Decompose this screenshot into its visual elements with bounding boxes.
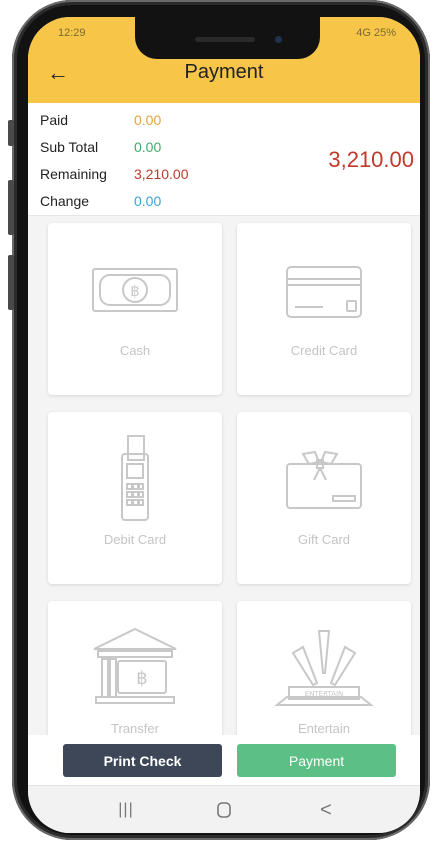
card-label: Debit Card	[103, 532, 167, 547]
change-value: 0.00	[134, 193, 162, 209]
app-screen: 12:29 4G 25% ← Payment Paid 0.00 Sub Tot…	[28, 17, 420, 833]
cash-banknote-icon: ฿	[48, 253, 222, 333]
remaining-value: 3,210.00	[134, 166, 189, 182]
speaker-grille	[195, 37, 255, 42]
card-label: Cash	[119, 343, 151, 358]
card-terminal-icon	[48, 434, 222, 521]
payment-method-credit-card[interactable]: Credit Card	[237, 223, 411, 395]
payment-method-entertain[interactable]: ENTERTAIN Entertain	[237, 601, 411, 735]
status-indicators: 4G 25%	[356, 27, 396, 39]
summary-label: Remaining	[40, 166, 107, 182]
payment-button[interactable]: Payment	[237, 744, 396, 777]
bank-transfer-icon: ฿	[48, 625, 222, 705]
gift-card-icon	[237, 442, 411, 522]
side-button-volume-down	[8, 255, 14, 310]
total-amount: 3,210.00	[328, 147, 414, 172]
card-label: Transfer	[111, 721, 159, 735]
payment-method-transfer[interactable]: ฿ Transfer	[48, 601, 222, 735]
payment-summary: Paid 0.00 Sub Total 0.00 Remaining 3,210…	[28, 103, 420, 216]
bottom-action-bar: Print Check Payment	[28, 735, 420, 785]
card-label: Credit Card	[290, 343, 358, 358]
side-button-mute	[8, 120, 14, 146]
print-check-button[interactable]: Print Check	[63, 744, 222, 777]
payment-method-cash[interactable]: ฿ Cash	[48, 223, 222, 395]
status-time: 12:29	[58, 27, 86, 39]
svg-text:฿: ฿	[130, 282, 140, 300]
payment-method-debit-card[interactable]: Debit Card	[48, 412, 222, 584]
credit-card-icon	[237, 253, 411, 333]
summary-label: Sub Total	[40, 139, 99, 155]
home-icon[interactable]	[204, 796, 244, 824]
payment-method-grid: ฿ Cash Credit Card Debit Card Gift Card …	[28, 215, 420, 735]
card-label: Gift Card	[297, 532, 350, 547]
subtotal-value: 0.00	[134, 139, 162, 155]
summary-label: Paid	[40, 112, 69, 128]
side-button-volume-up	[8, 180, 14, 235]
page-title: Payment	[184, 61, 264, 83]
system-nav-bar: ||| <	[28, 785, 420, 833]
svg-text:ENTERTAIN: ENTERTAIN	[305, 690, 344, 698]
payment-method-gift-card[interactable]: Gift Card	[237, 412, 411, 584]
entertain-party-icon: ENTERTAIN	[237, 625, 411, 706]
svg-text:฿: ฿	[136, 668, 147, 689]
recent-apps-icon[interactable]: |||	[106, 796, 146, 824]
card-label: Entertain	[297, 721, 351, 735]
camera-notch	[135, 17, 320, 59]
back-nav-icon[interactable]: <	[306, 796, 346, 824]
front-camera	[275, 36, 282, 43]
summary-label: Change	[40, 193, 90, 209]
paid-value: 0.00	[134, 112, 162, 128]
